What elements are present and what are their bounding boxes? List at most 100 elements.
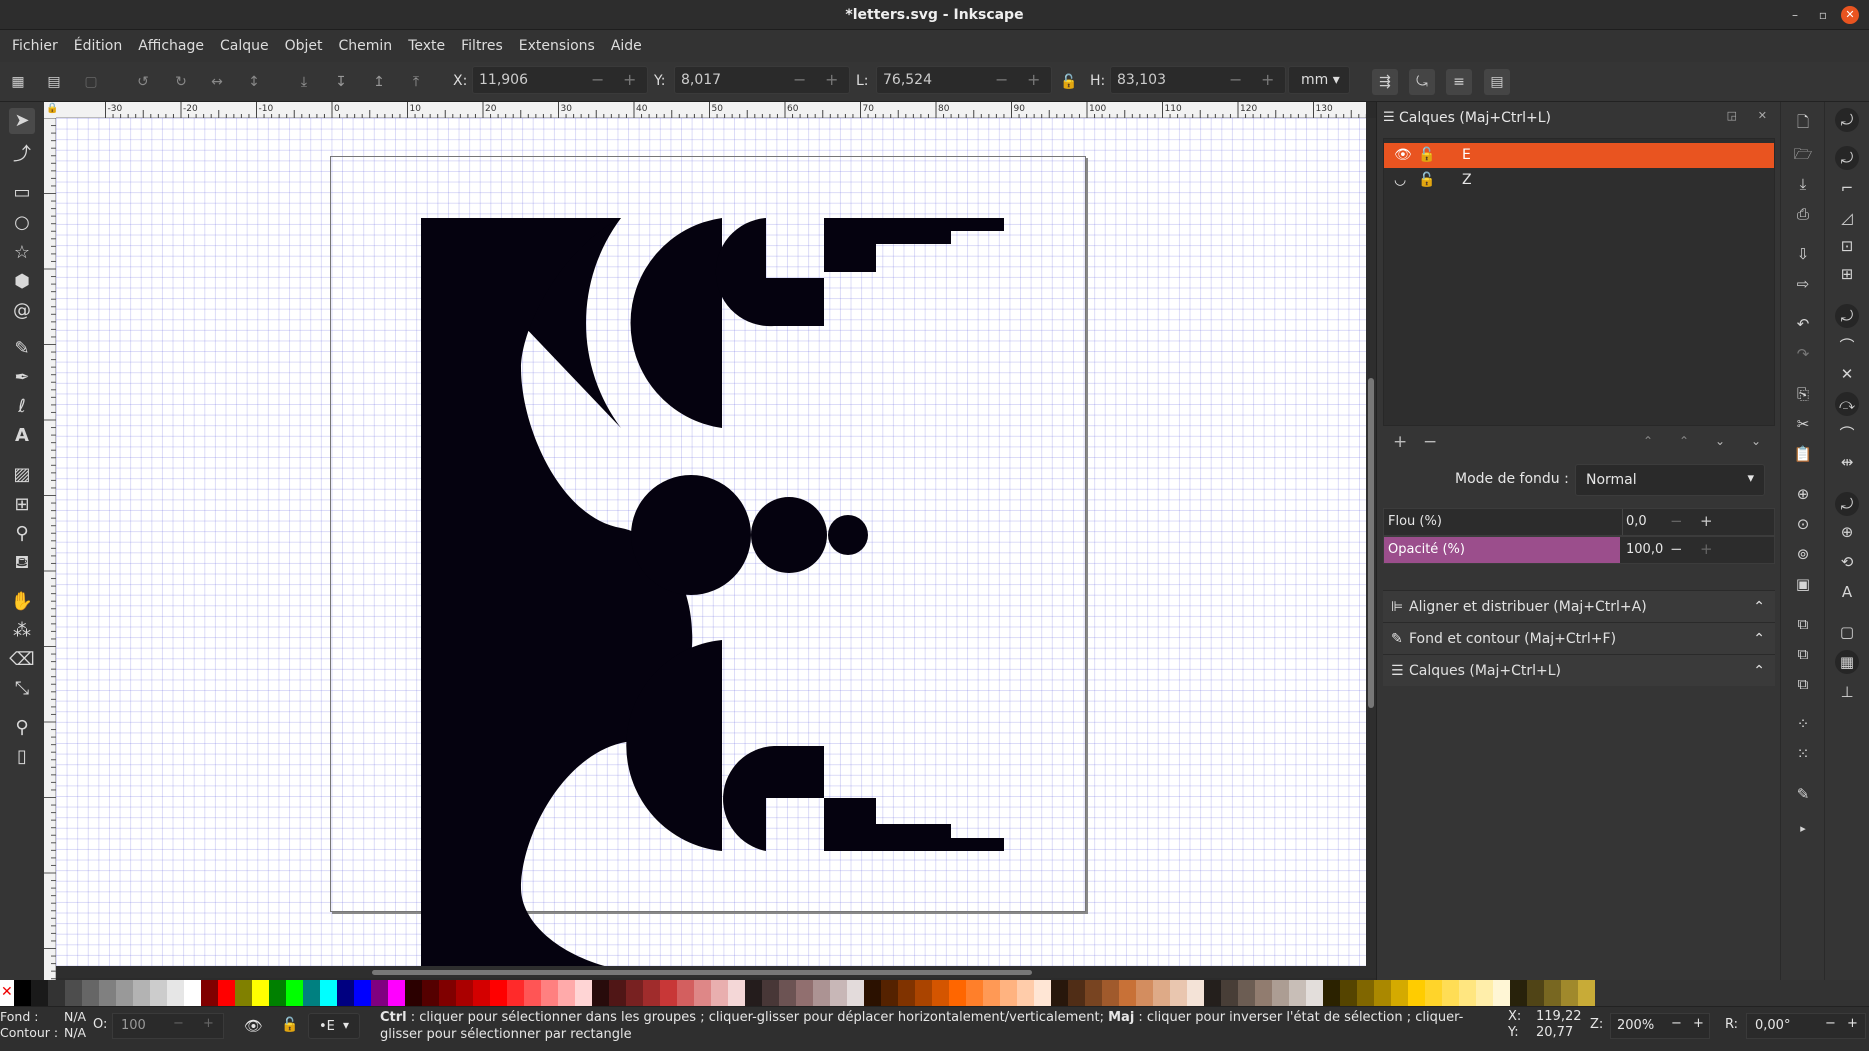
color-swatch[interactable] [371,980,388,1006]
color-swatch[interactable] [1187,980,1204,1006]
snap-text-baseline-icon[interactable]: A [1835,580,1859,604]
color-swatch[interactable] [643,980,660,1006]
artwork[interactable] [56,118,1366,966]
lower-to-bottom-icon[interactable]: ⤓ [291,69,317,95]
unlink-clone-icon[interactable]: ⧉ [1791,672,1815,696]
rotate-ccw-icon[interactable]: − [1825,1016,1836,1031]
x-decrement-icon[interactable]: − [591,70,604,89]
layer-row-z[interactable]: ◡ 🔓 Z [1384,168,1774,193]
color-swatch[interactable] [626,980,643,1006]
blur-slider[interactable]: Flou (%) 0,0 − + [1383,508,1775,536]
stroke-value[interactable]: N/A [64,1025,86,1040]
color-swatch[interactable] [150,980,167,1006]
color-swatch[interactable] [456,980,473,1006]
color-swatch[interactable] [1017,980,1034,1006]
opacity-decrement-icon[interactable]: − [1670,540,1683,558]
layer-down-icon[interactable]: ⌄ [1715,434,1725,448]
snap-rotation-centers-icon[interactable]: ⟲ [1835,550,1859,574]
snap-bbox-edges-icon[interactable]: ⌐ [1835,176,1859,200]
color-swatch[interactable] [320,980,337,1006]
color-swatch[interactable] [1306,980,1323,1006]
color-swatch[interactable] [167,980,184,1006]
color-swatch[interactable] [1102,980,1119,1006]
opacity-decrement-icon[interactable]: − [173,1016,184,1031]
color-swatch[interactable] [1357,980,1374,1006]
snap-nodes-icon[interactable]: ⤾ [1835,304,1859,328]
ruler-top[interactable]: -30 -20 -10 0 10 20 30 40 50 60 70 80 90 100 110 120 130 [56,102,1382,118]
blur-decrement-icon[interactable]: − [1670,512,1683,530]
ruler-left[interactable] [44,117,56,988]
move-gradients-icon[interactable]: ≡ [1446,69,1472,95]
menu-extensions[interactable]: Extensions [511,38,603,54]
move-patterns-icon[interactable]: ▤ [1484,69,1510,95]
raise-to-top-icon[interactable]: ⤒ [403,69,429,95]
color-swatch[interactable] [830,980,847,1006]
color-swatch[interactable] [1000,980,1017,1006]
color-swatch[interactable] [575,980,592,1006]
color-swatch[interactable] [1051,980,1068,1006]
color-swatch[interactable] [99,980,116,1006]
y-field[interactable]: 8,017 − + [674,66,850,94]
zoom-selection-icon[interactable]: ⊕ [1791,482,1815,506]
color-swatch[interactable] [1442,980,1459,1006]
snap-page-border-icon[interactable]: ▢ [1835,620,1859,644]
minimize-icon[interactable]: – [1787,7,1803,23]
pencil-tool-icon[interactable]: ✎ [9,336,35,362]
spiral-tool-icon[interactable]: @ [9,298,35,324]
redo-icon[interactable]: ↷ [1791,342,1815,366]
color-swatch[interactable] [966,980,983,1006]
layer-row-e[interactable]: 👁 🔓 E [1384,143,1774,168]
lower-icon[interactable]: ↧ [328,69,354,95]
measure-tool-icon[interactable]: ▯ [9,744,35,770]
snap-bbox-icon[interactable]: ⤾ [1835,146,1859,170]
horizontal-scroll-thumb[interactable] [372,970,1032,975]
zoom-out-icon[interactable]: − [1671,1016,1682,1031]
color-swatch[interactable] [48,980,65,1006]
color-swatch[interactable] [31,980,48,1006]
snap-grid-icon[interactable]: ▦ [1835,650,1859,674]
color-swatch[interactable] [1034,980,1051,1006]
star-tool-icon[interactable]: ☆ [9,240,35,266]
color-swatch[interactable] [1170,980,1187,1006]
cut-icon[interactable]: ✂ [1791,412,1815,436]
color-swatch[interactable] [983,980,1000,1006]
scale-corners-icon[interactable]: ⤿ [1409,69,1435,95]
color-swatch[interactable] [847,980,864,1006]
opacity-increment-icon[interactable]: + [203,1016,214,1031]
color-swatch[interactable] [439,980,456,1006]
color-swatch[interactable] [1068,980,1085,1006]
x-increment-icon[interactable]: + [623,70,636,89]
color-swatch[interactable] [422,980,439,1006]
selector-tool-icon[interactable]: ➤ [9,108,35,134]
unlocked-icon[interactable]: 🔓 [1418,168,1435,193]
rectangle-tool-icon[interactable]: ▭ [9,180,35,206]
undo-icon[interactable]: ↶ [1791,312,1815,336]
vertical-scrollbar[interactable] [1366,118,1376,966]
spray-tool-icon[interactable]: ⁂ [9,618,35,644]
eraser-tool-icon[interactable]: ⌫ [9,647,35,673]
h-increment-icon[interactable]: + [1261,70,1274,89]
color-swatch[interactable] [524,980,541,1006]
color-swatch[interactable] [1255,980,1272,1006]
paint-bucket-tool-icon[interactable]: ⛾ [9,550,35,576]
no-paint-swatch[interactable]: ✕ [0,980,14,1006]
w-increment-icon[interactable]: + [1027,70,1040,89]
visibility-eye-icon[interactable]: 👁 [1394,143,1412,168]
snap-intersections-icon[interactable]: ✕ [1835,362,1859,386]
h-decrement-icon[interactable]: − [1229,70,1242,89]
color-swatch[interactable] [269,980,286,1006]
snap-guides-icon[interactable]: ⊥ [1835,680,1859,704]
color-swatch[interactable] [507,980,524,1006]
gradient-tool-icon[interactable]: ▨ [9,462,35,488]
color-swatch[interactable] [1119,980,1136,1006]
horizontal-scrollbar[interactable] [56,966,1376,978]
color-swatch[interactable] [490,980,507,1006]
panel-close-icon[interactable]: ✕ [1758,109,1767,122]
color-swatch[interactable] [1425,980,1442,1006]
import-icon[interactable]: ⇩ [1791,242,1815,266]
pen-tool-icon[interactable]: ✒ [9,365,35,391]
zoom-width-icon[interactable]: ▣ [1791,572,1815,596]
layer-to-bottom-icon[interactable]: ⌄ [1751,434,1761,448]
ungroup-icon[interactable]: ⁙ [1791,742,1815,766]
lock-ratio-icon[interactable]: 🔓 [1056,69,1082,95]
